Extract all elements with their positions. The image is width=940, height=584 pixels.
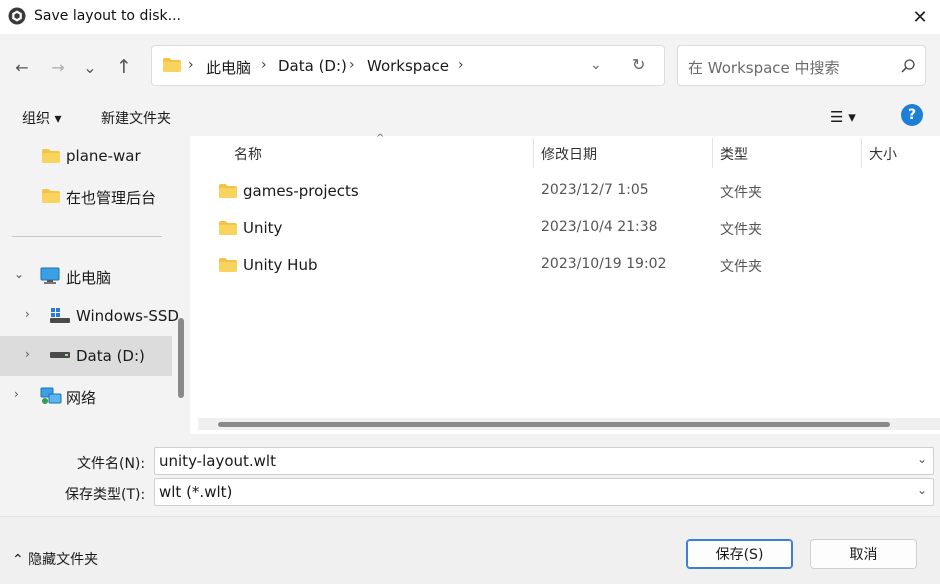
breadcrumb-data-drive[interactable]: Data (D:) <box>278 57 347 75</box>
folder-icon <box>219 184 237 198</box>
filename-value[interactable]: unity-layout.wlt <box>159 452 276 470</box>
column-divider[interactable] <box>712 138 713 168</box>
dialog-footer: ⌃ 隐藏文件夹 保存(S) 取消 <box>0 516 940 584</box>
file-name: games-projects <box>243 182 359 200</box>
column-divider[interactable] <box>533 138 534 168</box>
sidebar-item-plane-war[interactable]: plane-war <box>0 136 172 176</box>
search-box[interactable]: 在 Workspace 中搜索 <box>677 45 926 86</box>
refresh-icon[interactable]: ↻ <box>632 55 645 74</box>
sidebar-item-network[interactable]: › 网络 <box>0 376 172 416</box>
unity-icon <box>8 7 26 25</box>
navigation-pane: plane-war 在也管理后台 ⌄ 此电脑 › Windows-SSD › D… <box>0 136 188 434</box>
filetype-value[interactable]: wlt (*.wlt) <box>159 483 232 501</box>
file-date: 2023/10/19 19:02 <box>541 256 667 272</box>
back-arrow-icon[interactable]: ← <box>10 55 34 79</box>
folder-icon <box>42 189 60 203</box>
save-button[interactable]: 保存(S) <box>686 539 793 569</box>
sidebar-item-data-drive[interactable]: › Data (D:) <box>0 336 172 376</box>
computer-icon <box>40 267 60 284</box>
column-header-name[interactable]: 名称 <box>234 144 262 164</box>
window-title: Save layout to disk... <box>34 8 181 24</box>
chevron-right-icon[interactable]: › <box>14 387 19 401</box>
filename-field[interactable]: unity-layout.wlt ⌄ <box>154 447 934 475</box>
file-row[interactable]: games-projects 2023/12/7 1:05 文件夹 <box>210 174 930 210</box>
scrollbar-thumb[interactable] <box>218 422 890 427</box>
filename-label: 文件名(N): <box>77 456 146 472</box>
forward-arrow-icon[interactable]: → <box>46 55 70 79</box>
sidebar-item-label: 网络 <box>66 389 97 407</box>
sidebar-item-label: Windows-SSD <box>76 307 179 325</box>
drive-icon <box>50 308 70 323</box>
chevron-down-icon[interactable]: ⌄ <box>917 483 927 497</box>
divider <box>12 236 162 237</box>
breadcrumb-separator: › <box>458 57 464 73</box>
title-bar: Save layout to disk... ✕ <box>0 0 940 34</box>
command-toolbar: 组织 ▾ 新建文件夹 ☰ ▾ <box>0 96 940 136</box>
sidebar-item-this-pc[interactable]: ⌄ 此电脑 <box>0 256 172 296</box>
sidebar-item-label: plane-war <box>66 147 141 165</box>
file-date: 2023/12/7 1:05 <box>541 182 649 198</box>
sidebar-item-windows-ssd[interactable]: › Windows-SSD <box>0 296 179 336</box>
chevron-down-icon[interactable]: ⌄ <box>14 267 24 281</box>
folder-icon <box>219 221 237 235</box>
file-name: Unity <box>243 219 283 237</box>
file-name: Unity Hub <box>243 256 318 274</box>
breadcrumb-separator: › <box>188 57 194 73</box>
sidebar-item-admin[interactable]: 在也管理后台 <box>0 176 172 216</box>
file-type: 文件夹 <box>720 259 762 275</box>
sidebar-item-label: 此电脑 <box>66 269 112 287</box>
horizontal-scrollbar[interactable] <box>198 418 940 430</box>
folder-icon <box>163 58 181 72</box>
chevron-right-icon[interactable]: › <box>25 307 30 321</box>
search-icon[interactable] <box>900 58 916 74</box>
sidebar-item-label: 在也管理后台 <box>66 189 157 207</box>
close-icon[interactable]: ✕ <box>904 4 936 30</box>
breadcrumb-separator: › <box>261 57 267 73</box>
chevron-down-icon[interactable]: ⌄ <box>590 57 602 73</box>
new-folder-button[interactable]: 新建文件夹 <box>101 108 171 128</box>
save-fields: 文件名(N): unity-layout.wlt ⌄ 保存类型(T): wlt … <box>0 434 940 516</box>
column-header-date[interactable]: 修改日期 <box>541 144 597 164</box>
sidebar-scrollbar[interactable] <box>178 318 184 398</box>
cancel-button[interactable]: 取消 <box>810 539 917 569</box>
breadcrumb-separator: › <box>349 57 355 73</box>
folder-icon <box>219 258 237 272</box>
sidebar-item-label: Data (D:) <box>76 347 145 365</box>
network-icon <box>40 387 62 404</box>
filetype-select[interactable]: wlt (*.wlt) ⌄ <box>154 478 934 506</box>
sort-indicator-icon: ^ <box>376 133 385 144</box>
folder-icon <box>42 149 60 163</box>
file-row[interactable]: Unity Hub 2023/10/19 19:02 文件夹 <box>210 248 930 284</box>
help-icon[interactable]: ? <box>901 104 923 126</box>
up-arrow-icon[interactable]: ↑ <box>112 55 136 79</box>
breadcrumb-workspace[interactable]: Workspace <box>367 57 449 75</box>
drive-icon <box>50 352 70 358</box>
column-divider[interactable] <box>861 138 862 168</box>
file-type: 文件夹 <box>720 185 762 201</box>
column-header-type[interactable]: 类型 <box>720 144 748 164</box>
file-date: 2023/10/4 21:38 <box>541 219 658 235</box>
filetype-label: 保存类型(T): <box>65 487 146 503</box>
chevron-down-icon[interactable]: ⌄ <box>917 452 927 466</box>
file-list: ^ 名称 修改日期 类型 大小 games-projects 2023/12/7… <box>190 133 940 434</box>
organize-menu[interactable]: 组织 ▾ <box>22 108 61 128</box>
address-bar[interactable]: › 此电脑 › Data (D:) › Workspace › ⌄ ↻ <box>151 45 665 86</box>
breadcrumb-this-pc[interactable]: 此电脑 <box>206 57 251 78</box>
view-options-icon[interactable]: ☰ ▾ <box>830 108 856 126</box>
search-input[interactable]: 在 Workspace 中搜索 <box>688 57 840 78</box>
file-type: 文件夹 <box>720 222 762 238</box>
hide-folders-toggle[interactable]: ⌃ 隐藏文件夹 <box>12 549 98 569</box>
recent-locations-icon[interactable]: ⌄ <box>78 55 102 79</box>
file-row[interactable]: Unity 2023/10/4 21:38 文件夹 <box>210 211 930 247</box>
chevron-right-icon[interactable]: › <box>25 347 30 361</box>
column-header-size[interactable]: 大小 <box>869 144 897 164</box>
